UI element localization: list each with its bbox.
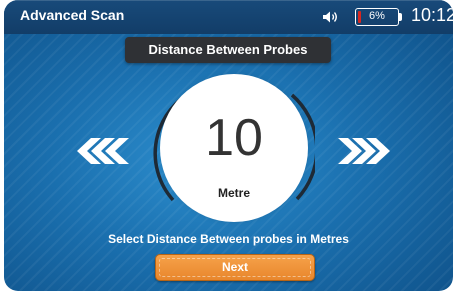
double-chevron-right-icon[interactable] — [338, 136, 390, 166]
battery-indicator: 6% — [355, 8, 399, 26]
app-title: Advanced Scan — [20, 7, 125, 23]
clock: 10:12 — [411, 5, 453, 25]
battery-tip — [399, 13, 402, 21]
page-title: Distance Between Probes — [125, 37, 331, 63]
double-chevron-left-icon[interactable] — [77, 136, 129, 166]
speaker-icon[interactable] — [322, 10, 338, 24]
battery-percent: 6% — [369, 10, 385, 22]
distance-value: 10 — [205, 109, 263, 167]
next-button[interactable]: Next — [155, 254, 315, 281]
status-bar: Advanced Scan 6% 10:12 — [4, 0, 453, 34]
distance-unit: Metre — [217, 186, 250, 200]
distance-dial: 10 Metre — [164, 78, 304, 218]
instruction-text: Select Distance Between probes in Metres — [108, 232, 349, 246]
app-screen: Advanced Scan 6% 10:12 Distance Between … — [4, 0, 453, 291]
